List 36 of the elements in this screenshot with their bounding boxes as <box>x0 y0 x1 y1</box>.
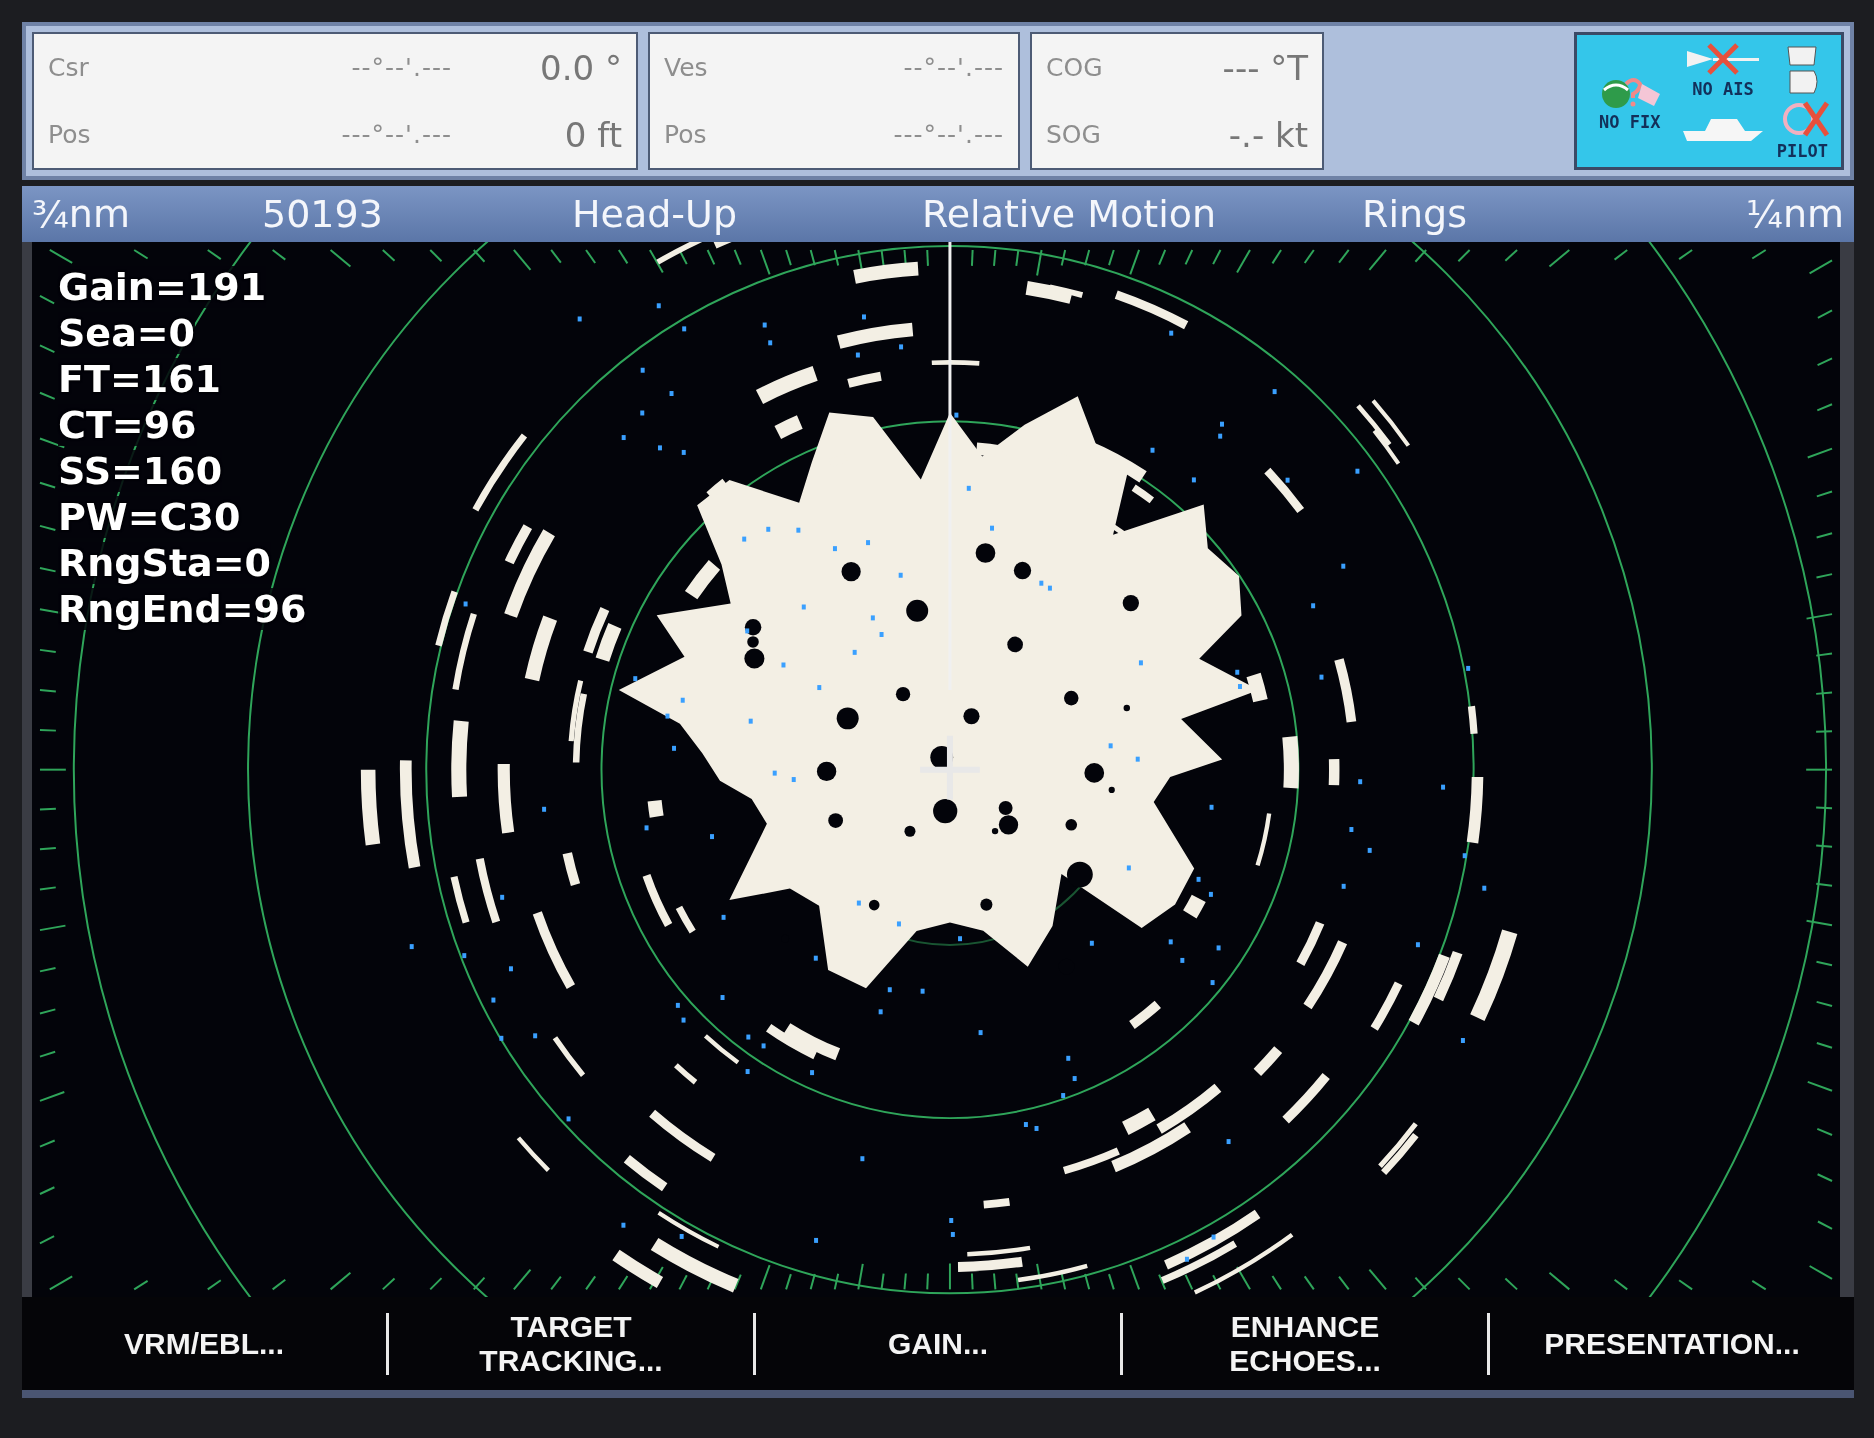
rings-label: Rings <box>1362 192 1468 236</box>
orientation-label: Head-Up <box>572 192 738 236</box>
setting-readout: RngEnd=96 <box>58 588 307 630</box>
setting-readout: FT=161 <box>58 358 222 400</box>
motion-label: Relative Motion <box>922 192 1218 236</box>
range-label: ¾nm <box>32 192 131 236</box>
readout-value: --- °T <box>1221 47 1308 88</box>
setting-readout: SS=160 <box>58 450 223 492</box>
soft-key-button[interactable]: GAIN... <box>756 1326 1120 1361</box>
setting-readout: Gain=191 <box>58 266 267 308</box>
field-label: Pos <box>48 120 92 149</box>
counter-label: 50193 <box>262 192 384 236</box>
status-label: PILOT <box>1776 141 1828 161</box>
setting-readout: CT=96 <box>58 404 197 446</box>
field-label: Pos <box>664 120 708 149</box>
setting-readout: RngSta=0 <box>58 542 271 584</box>
field-label: Csr <box>48 53 90 82</box>
position-value: ---°--'.--- <box>340 120 452 149</box>
position-value: ---°--'.--- <box>892 120 1004 149</box>
position-value: --°--'.--- <box>902 53 1004 82</box>
soft-key-button[interactable]: PRESENTATION... <box>1490 1326 1854 1361</box>
readout-value: 0 ft <box>563 114 622 155</box>
soft-key-button[interactable]: VRM/EBL... <box>22 1326 386 1361</box>
ring-interval-label: ¼nm <box>1746 192 1844 236</box>
position-value: --°--'.--- <box>350 53 452 82</box>
field-label: COG <box>1046 53 1104 82</box>
readout-value: -.- kt <box>1227 114 1308 155</box>
setting-readout: PW=C30 <box>58 496 241 538</box>
field-label: Ves <box>664 53 709 82</box>
boat-icon <box>1683 119 1763 141</box>
soft-key-button[interactable]: TARGET TRACKING... <box>389 1309 753 1378</box>
status-label: NO FIX <box>1598 112 1661 132</box>
readout-value: 0.0 ° <box>539 47 622 88</box>
field-label: SOG <box>1046 120 1102 149</box>
status-label: NO AIS <box>1692 79 1754 99</box>
soft-key-button[interactable]: ENHANCE ECHOES... <box>1123 1309 1487 1378</box>
